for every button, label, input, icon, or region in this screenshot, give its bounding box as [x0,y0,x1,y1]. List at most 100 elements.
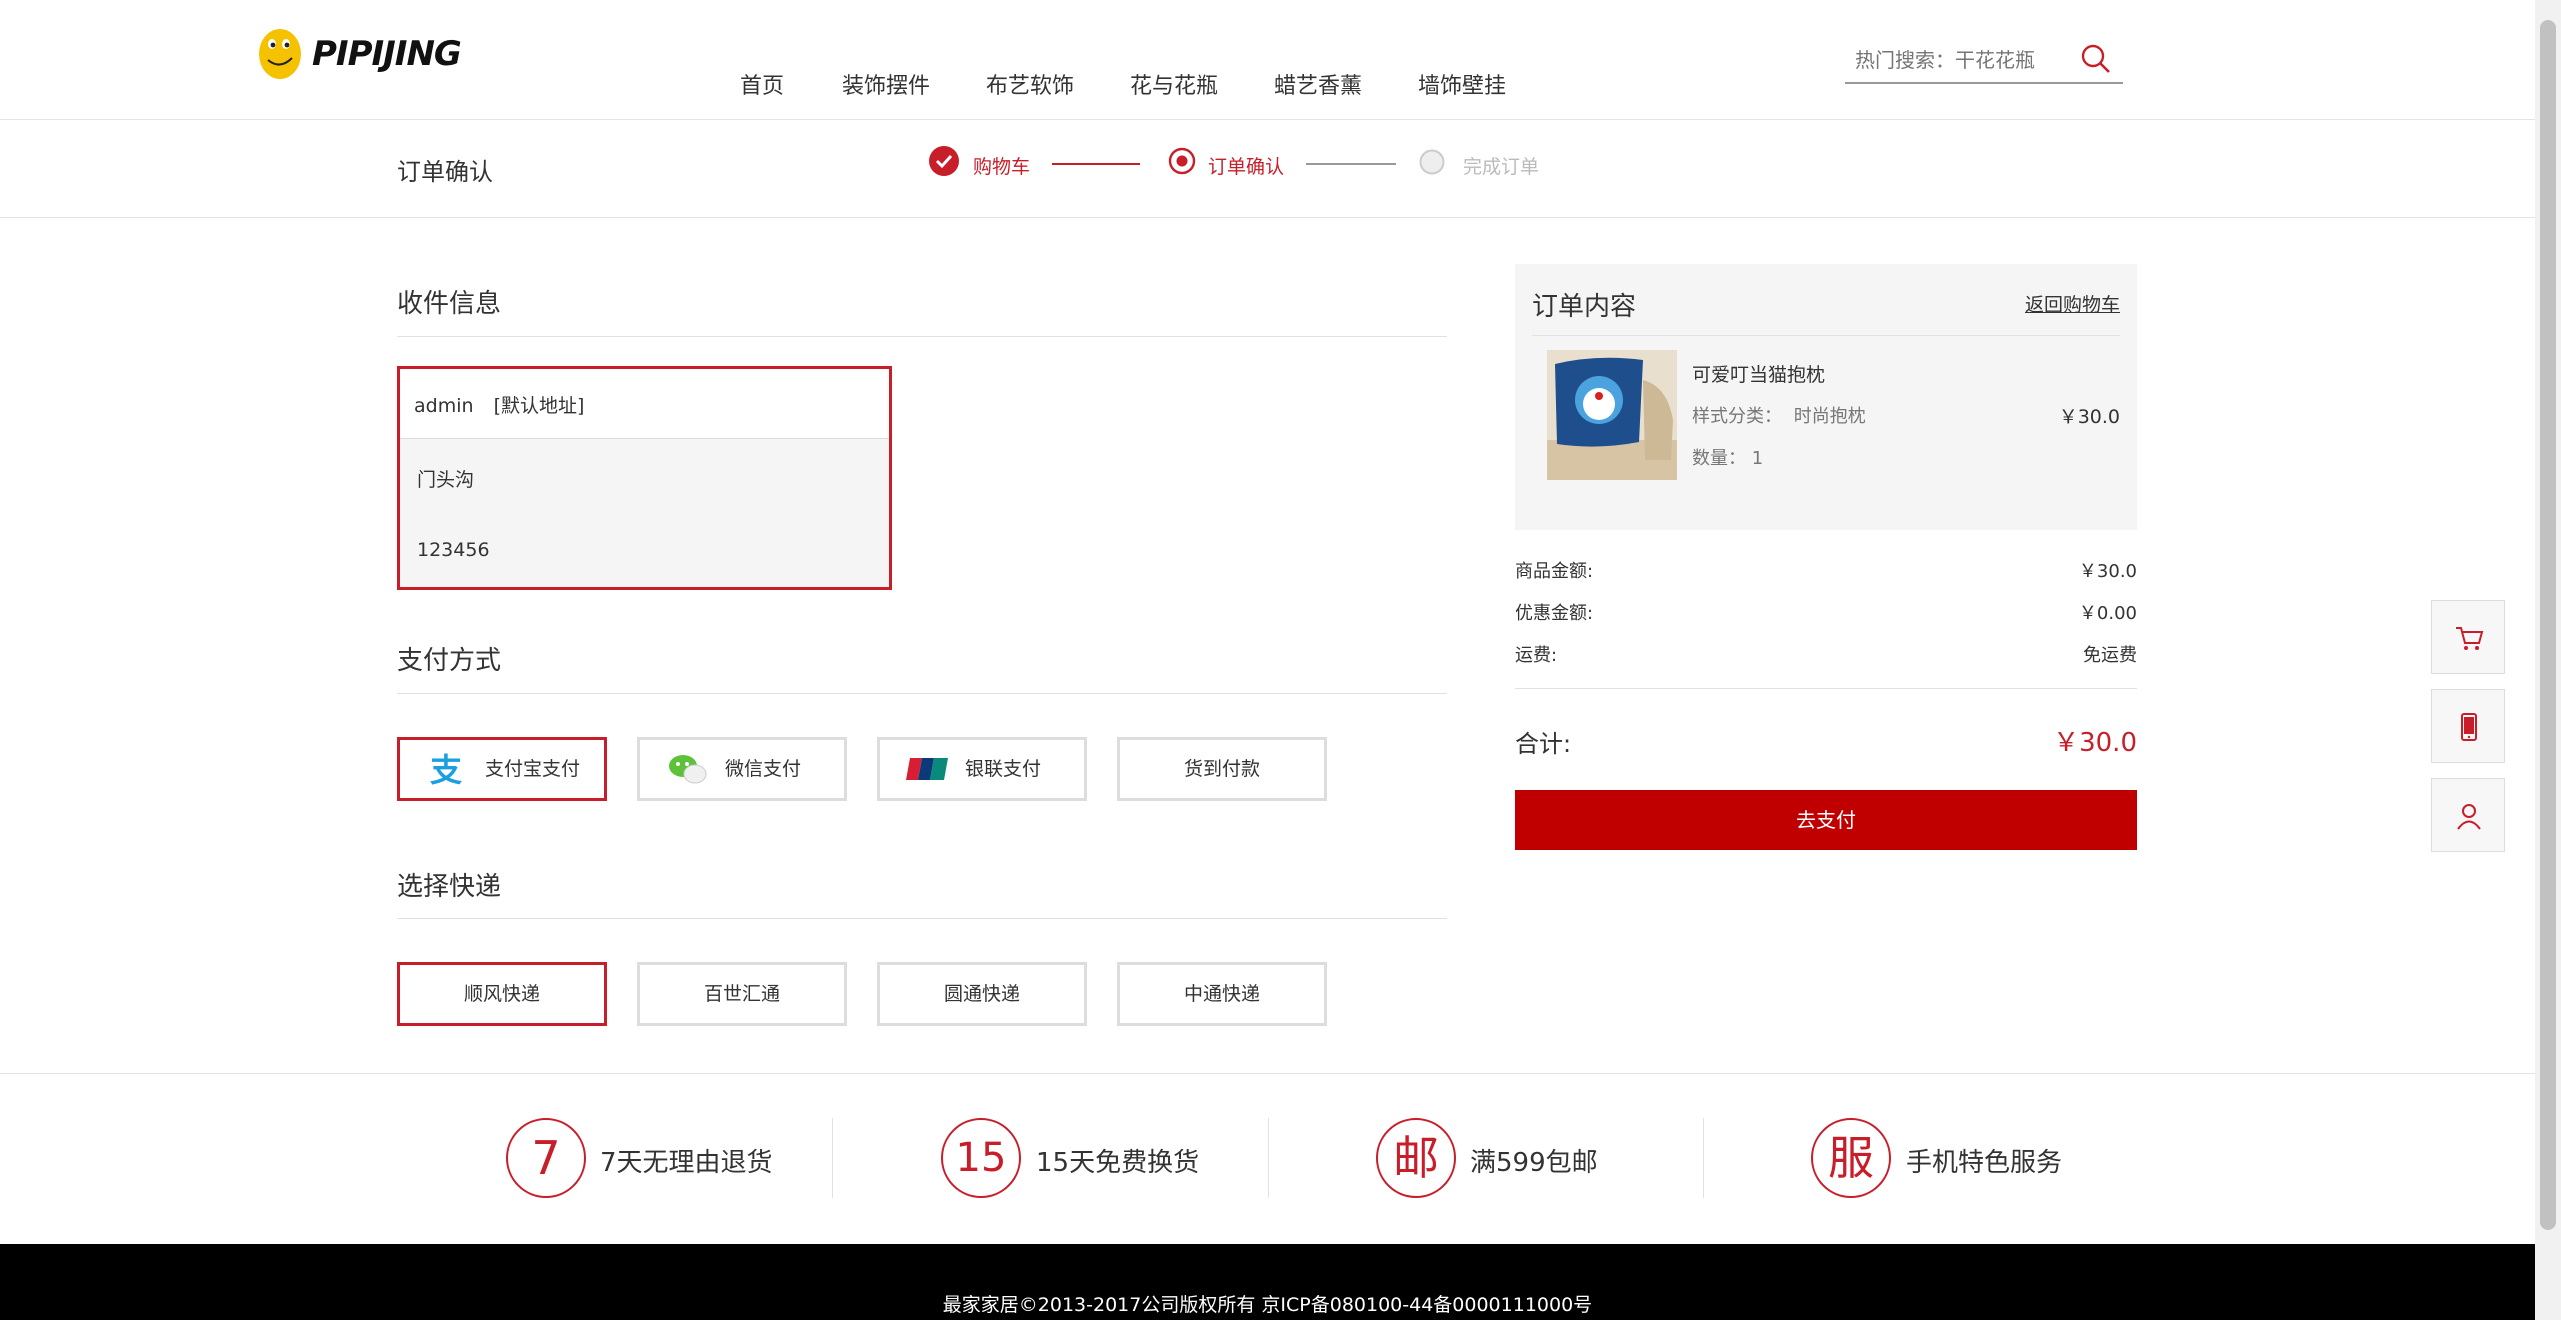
free-shipping-icon: 邮 [1376,1118,1456,1198]
service-exchange-text: 15天免费换货 [1036,1148,1200,1178]
nav-wall[interactable]: 墙饰壁挂 [1418,68,1506,100]
service-return-text: 7天无理由退货 [600,1148,773,1178]
product-qty-label: 数量： [1692,448,1746,469]
divider [832,1118,833,1198]
logo-text: PIPIJING [312,34,462,74]
check-circle-icon [929,146,959,176]
service-promises-bar: 7 7天无理由退货 15 15天免费换货 邮 满599包邮 服 手机特色服务 [0,1073,2535,1243]
pay-cod-label: 货到付款 [1183,758,1260,780]
product-style-label: 样式分类： [1692,406,1782,427]
current-step-icon [1168,147,1196,175]
express-best-button[interactable]: 百世汇通 [637,962,847,1026]
divider [397,693,1447,694]
divider [1532,335,2120,336]
mobile-service-icon: 服 [1811,1118,1891,1198]
site-footer: 最家家居©2013-2017公司版权所有 京ICP备080100-44备0000… [0,1244,2535,1320]
shipping-fee-value: 免运费 [2083,645,2137,666]
svg-text:支: 支 [430,752,462,786]
divider [397,918,1447,919]
product-style-value: 时尚抱枕 [1793,406,1866,427]
product-qty-value: 1 [1751,448,1764,469]
service-mobile-text: 手机特色服务 [1906,1148,2063,1178]
wechat-icon [669,755,707,784]
product-style: 样式分类： 时尚抱枕 [1692,402,1866,428]
divider [1703,1118,1704,1198]
divider [397,336,1447,337]
copyright-text: 最家家居©2013-2017公司版权所有 京ICP备080100-44备0000… [942,1294,1593,1316]
express-yto-button[interactable]: 圆通快递 [877,962,1087,1026]
total-label: 合计: [1515,730,1572,758]
express-sf-button[interactable]: 顺风快递 [397,962,607,1026]
product-quantity: 数量： 1 [1692,444,1763,470]
express-section-title: 选择快递 [397,872,502,902]
pending-step-icon [1419,149,1445,175]
cart-icon [2456,627,2484,650]
user-icon [2457,804,2481,830]
pay-alipay-button[interactable]: 支 支付宝支付 [397,737,607,801]
discount-value: ￥0.00 [2078,603,2137,624]
site-logo[interactable]: PIPIJING [256,24,462,84]
back-to-cart-link[interactable]: 返回购物车 [2025,290,2120,317]
step-complete: 完成订单 [1463,156,1540,178]
order-summary-card: 订单内容 返回购物车 可爱叮当猫抱枕 样式分类： 时尚抱枕 数量： 1 ￥30.… [1515,264,2137,530]
mobile-phone-icon [2461,713,2477,741]
pay-unionpay-button[interactable]: 银联支付 [877,737,1087,801]
nav-candles[interactable]: 蜡艺香薰 [1274,68,1362,100]
product-price: ￥30.0 [2058,406,2120,428]
unionpay-icon [906,758,948,780]
total-value: ￥30.0 [2053,728,2137,758]
shipping-fee-label: 运费: [1515,645,1558,666]
nav-flowers[interactable]: 花与花瓶 [1130,68,1218,100]
pay-cod-button[interactable]: 货到付款 [1117,737,1327,801]
side-user-button[interactable] [2431,778,2505,852]
order-progress-bar: 订单确认 购物车 订单确认 完成订单 [0,120,2535,218]
express-sf-label: 顺风快递 [463,983,540,1005]
side-mobile-button[interactable] [2431,689,2505,763]
divider [1515,688,2137,689]
pay-unionpay-label: 银联支付 [965,758,1042,780]
default-address-tag: [默认地址] [493,395,585,417]
express-zto-button[interactable]: 中通快递 [1117,962,1327,1026]
page-scrollbar[interactable] [2535,0,2561,1320]
goods-amount-value: ￥30.0 [2078,561,2137,582]
nav-decor[interactable]: 装饰摆件 [842,68,930,100]
pay-wechat-button[interactable]: 微信支付 [637,737,847,801]
search-input[interactable] [1855,46,2075,74]
go-pay-button[interactable]: 去支付 [1515,790,2137,850]
product-thumbnail[interactable] [1547,350,1677,480]
site-header: PIPIJING 首页 装饰摆件 布艺软饰 花与花瓶 蜡艺香薰 墙饰壁挂 [0,0,2535,120]
pillow-image [1547,350,1677,480]
express-zto-label: 中通快递 [1183,983,1260,1005]
express-yto-label: 圆通快递 [943,983,1020,1005]
step-connector [1052,163,1140,165]
search-icon[interactable] [2079,42,2113,76]
goods-amount-label: 商品金额: [1515,561,1594,582]
service-shipping-text: 满599包邮 [1470,1148,1598,1178]
step-connector [1306,163,1396,165]
express-best-label: 百世汇通 [703,983,780,1005]
phone-text: 123456 [417,539,490,561]
order-summary-title: 订单内容 [1532,292,1637,322]
discount-label: 优惠金额: [1515,603,1594,624]
nav-home[interactable]: 首页 [740,68,784,100]
recipient-name: admin [414,395,474,417]
address-header: admin [默认地址] [400,369,889,439]
step-cart: 购物车 [973,156,1031,178]
address-text: 门头沟 [417,469,475,491]
search-box [1845,38,2123,84]
pay-alipay-label: 支付宝支付 [485,758,581,780]
alipay-icon: 支 [430,752,462,786]
nav-fabric[interactable]: 布艺软饰 [986,68,1074,100]
product-name[interactable]: 可爱叮当猫抱枕 [1692,360,1825,387]
divider [1268,1118,1269,1198]
page-title: 订单确认 [397,158,493,186]
exchange-15days-icon: 15 [941,1118,1021,1198]
side-cart-button[interactable] [2431,600,2505,674]
pay-wechat-label: 微信支付 [725,758,802,780]
shipping-section-title: 收件信息 [397,289,502,319]
scrollbar-thumb[interactable] [2540,20,2556,1230]
step-confirm: 订单确认 [1208,156,1285,178]
payment-section-title: 支付方式 [397,646,502,676]
address-card[interactable]: admin [默认地址] 门头沟 123456 [397,366,892,590]
return-7days-icon: 7 [506,1118,586,1198]
